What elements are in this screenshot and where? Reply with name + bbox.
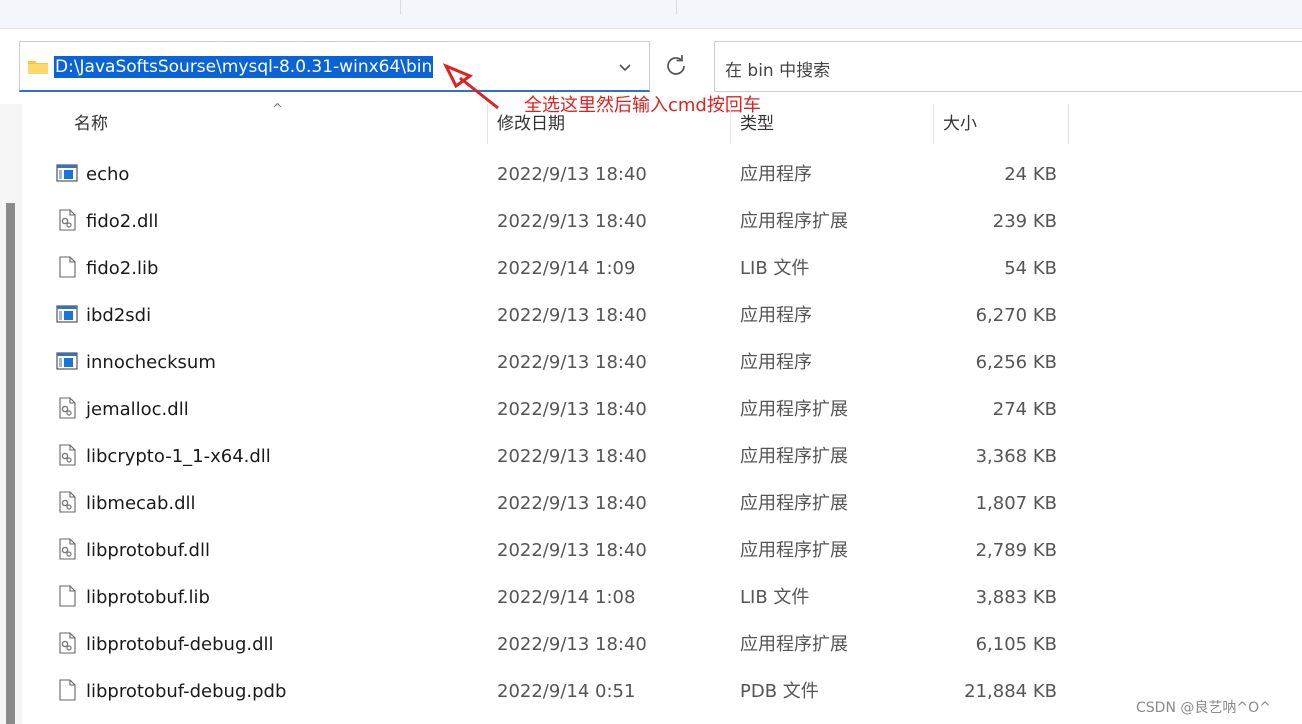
- file-name: ibd2sdi: [86, 305, 152, 326]
- column-size[interactable]: 大小: [943, 104, 977, 144]
- address-bar[interactable]: D:\JavaSoftsSourse\mysql-8.0.31-winx64\b…: [19, 41, 650, 92]
- file-date: 2022/9/13 18:40: [497, 399, 647, 420]
- file-date: 2022/9/14 0:51: [497, 681, 636, 702]
- column-type[interactable]: 类型: [740, 104, 774, 144]
- table-row[interactable]: libprotobuf.dll 2022/9/13 18:40 应用程序扩展 2,78…: [0, 527, 1302, 574]
- column-header: ^ 名称 修改日期 类型 大小: [22, 102, 1302, 146]
- file-size: 6,270 KB: [975, 305, 1057, 326]
- file-type: 应用程序扩展: [740, 211, 848, 232]
- file-name: libprotobuf-debug.pdb: [86, 681, 287, 702]
- table-row[interactable]: fido2.dll 2022/9/13 18:40 应用程序扩展 239 KB: [0, 198, 1302, 245]
- table-row[interactable]: libprotobuf.lib 2022/9/14 1:08 LIB 文件 3,883…: [0, 574, 1302, 621]
- file-date: 2022/9/13 18:40: [497, 305, 647, 326]
- file-date: 2022/9/13 18:40: [497, 352, 647, 373]
- file-name: libprotobuf.lib: [86, 587, 210, 608]
- file-type-icon: [56, 256, 78, 278]
- file-size: 24 KB: [1004, 164, 1057, 185]
- file-date: 2022/9/14 1:09: [497, 258, 636, 279]
- file-type: 应用程序: [740, 164, 812, 185]
- search-placeholder: 在 bin 中搜索: [725, 61, 831, 81]
- file-type-icon: [56, 585, 78, 607]
- file-type: 应用程序: [740, 305, 812, 326]
- sort-ascending-icon: ^: [272, 102, 283, 117]
- tab-strip: [0, 0, 1302, 29]
- address-path[interactable]: D:\JavaSoftsSourse\mysql-8.0.31-winx64\b…: [54, 56, 434, 78]
- column-divider[interactable]: [933, 104, 934, 144]
- table-row[interactable]: libprotobuf-debug.pdb 2022/9/14 0:51 PDB 文…: [0, 668, 1302, 715]
- file-type-icon: [56, 538, 78, 560]
- file-date: 2022/9/14 1:08: [497, 587, 636, 608]
- file-size: 3,883 KB: [975, 587, 1057, 608]
- column-divider[interactable]: [1068, 104, 1069, 144]
- refresh-icon: [667, 55, 685, 75]
- file-size: 3,368 KB: [975, 446, 1057, 467]
- file-size: 6,105 KB: [975, 634, 1057, 655]
- file-type-icon: [56, 303, 78, 325]
- tab-divider: [676, 0, 677, 14]
- file-type: 应用程序扩展: [740, 540, 848, 561]
- file-name: libcrypto-1_1-x64.dll: [86, 446, 271, 467]
- file-type-icon: [56, 444, 78, 466]
- file-type: 应用程序扩展: [740, 399, 848, 420]
- file-date: 2022/9/13 18:40: [497, 540, 647, 561]
- file-name: jemalloc.dll: [86, 399, 189, 420]
- folder-icon: [28, 61, 48, 74]
- file-type-icon: [56, 491, 78, 513]
- table-row[interactable]: libmecab.dll 2022/9/13 18:40 应用程序扩展 1,807 K…: [0, 480, 1302, 527]
- file-date: 2022/9/13 18:40: [497, 211, 647, 232]
- file-type: LIB 文件: [740, 587, 810, 608]
- file-type-icon: [56, 162, 78, 184]
- file-type: 应用程序扩展: [740, 493, 848, 514]
- file-type: 应用程序扩展: [740, 446, 848, 467]
- file-date: 2022/9/13 18:40: [497, 164, 647, 185]
- watermark: CSDN @良艺呐^O^: [1136, 700, 1271, 716]
- file-name: echo: [86, 164, 130, 185]
- file-size: 274 KB: [992, 399, 1057, 420]
- file-size: 54 KB: [1004, 258, 1057, 279]
- file-name: libprotobuf.dll: [86, 540, 210, 561]
- refresh-button[interactable]: [651, 41, 703, 92]
- file-size: 1,807 KB: [975, 493, 1057, 514]
- file-type-icon: [56, 397, 78, 419]
- file-type-icon: [56, 679, 78, 701]
- table-row[interactable]: echo 2022/9/13 18:40 应用程序 24 KB: [0, 151, 1302, 198]
- file-size: 21,884 KB: [964, 681, 1057, 702]
- file-date: 2022/9/13 18:40: [497, 446, 647, 467]
- table-row[interactable]: libprotobuf-debug.dll 2022/9/13 18:40 应用程序…: [0, 621, 1302, 668]
- column-divider[interactable]: [487, 104, 488, 144]
- file-type-icon: [56, 209, 78, 231]
- file-list: echo 2022/9/13 18:40 应用程序 24 KB fido2.dll 20…: [0, 151, 1302, 715]
- file-type-icon: [56, 632, 78, 654]
- file-type: LIB 文件: [740, 258, 810, 279]
- file-type: PDB 文件: [740, 681, 819, 702]
- file-type: 应用程序: [740, 352, 812, 373]
- table-row[interactable]: jemalloc.dll 2022/9/13 18:40 应用程序扩展 274 KB: [0, 386, 1302, 433]
- file-type-icon: [56, 350, 78, 372]
- table-row[interactable]: ibd2sdi 2022/9/13 18:40 应用程序 6,270 KB: [0, 292, 1302, 339]
- file-name: fido2.lib: [86, 258, 159, 279]
- file-name: innochecksum: [86, 352, 216, 373]
- table-row[interactable]: fido2.lib 2022/9/14 1:09 LIB 文件 54 KB: [0, 245, 1302, 292]
- file-size: 239 KB: [992, 211, 1057, 232]
- chevron-down-icon[interactable]: [614, 58, 636, 76]
- file-name: libprotobuf-debug.dll: [86, 634, 274, 655]
- tab-divider: [400, 0, 401, 14]
- column-divider[interactable]: [730, 104, 731, 144]
- file-date: 2022/9/13 18:40: [497, 634, 647, 655]
- search-input[interactable]: 在 bin 中搜索: [714, 41, 1302, 92]
- file-size: 6,256 KB: [975, 352, 1057, 373]
- table-row[interactable]: libcrypto-1_1-x64.dll 2022/9/13 18:40 应用程序…: [0, 433, 1302, 480]
- column-date[interactable]: 修改日期: [497, 104, 565, 144]
- table-row[interactable]: innochecksum 2022/9/13 18:40 应用程序 6,256 KB: [0, 339, 1302, 386]
- file-name: libmecab.dll: [86, 493, 196, 514]
- file-size: 2,789 KB: [975, 540, 1057, 561]
- file-type: 应用程序扩展: [740, 634, 848, 655]
- file-name: fido2.dll: [86, 211, 159, 232]
- column-name[interactable]: 名称: [74, 104, 108, 144]
- file-date: 2022/9/13 18:40: [497, 493, 647, 514]
